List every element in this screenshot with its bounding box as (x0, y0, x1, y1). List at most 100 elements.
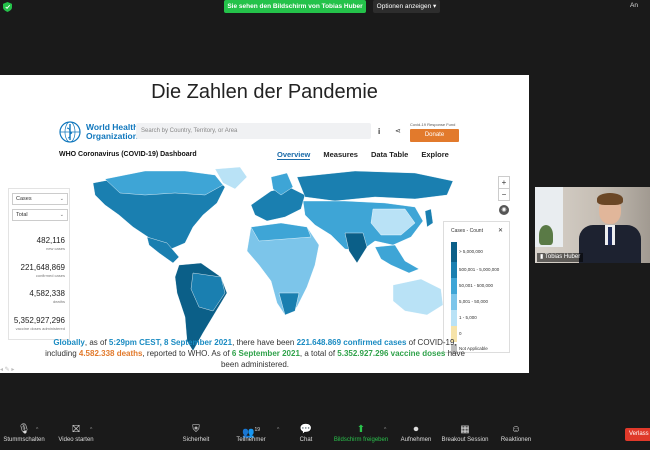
legend-title: Cases - Count (451, 228, 483, 234)
video-person-tie (608, 227, 612, 245)
stat-confirmed-label: confirmed cases (35, 273, 65, 278)
video-person-hair (597, 193, 623, 205)
slide-caption: Globally, as of 5:29pm CEST, 8 September… (40, 337, 470, 370)
mic-signal-icon: ▮ (540, 254, 544, 260)
mute-button[interactable]: 🎙 Stummschalten (2, 423, 46, 443)
meeting-controls: 🎙 Stummschalten ^ ⛝ Video starten ^ ⛨ Si… (0, 415, 650, 450)
participants-label: Teilnehmer (236, 437, 266, 443)
metric-select-value: Cases (16, 196, 32, 202)
reactions-button[interactable]: ☺ Reaktionen (496, 423, 536, 443)
reactions-label: Reaktionen (500, 437, 532, 443)
legend-swatch (451, 294, 457, 310)
caption-part: Globally (53, 338, 85, 347)
caption-part: 6 September 2021 (231, 349, 300, 358)
metric-select[interactable]: Cases ⌄ (12, 193, 68, 205)
share-screen-label: Bildschirm freigeben (333, 437, 389, 443)
share-caret-icon[interactable]: ^ (384, 427, 386, 433)
record-button[interactable]: ⏺ Aufnehmen (398, 423, 434, 443)
legend-swatch (451, 262, 457, 278)
dashboard-title: WHO Coronavirus (COVID-19) Dashboard (59, 151, 197, 158)
chevron-down-icon: ⌄ (59, 212, 64, 218)
view-options-button[interactable]: Optionen anzeigen ▾ (373, 0, 440, 13)
legend-swatch (451, 242, 457, 262)
breakout-label: Breakout Session (441, 437, 489, 443)
participants-caret-icon[interactable]: ^ (277, 427, 279, 433)
map-russia (296, 170, 454, 202)
map-japan (424, 208, 434, 228)
stat-vaccine-value: 5,352,927,296 (13, 316, 65, 325)
donate-button[interactable]: Donate (410, 129, 459, 142)
chat-label: Chat (299, 437, 313, 443)
tab-explore[interactable]: Explore (421, 150, 449, 160)
screen-share-notice: Sie sehen den Bildschirm von Tobias Hube… (224, 0, 366, 13)
shield-icon: ⛨ (192, 424, 200, 435)
map-australia (392, 278, 444, 316)
legend-item-label: 5,001 - 50,000 (459, 299, 489, 304)
breakout-button[interactable]: ▦ Breakout Session (438, 423, 492, 443)
chat-button[interactable]: 💬 Chat (292, 423, 320, 443)
record-label: Aufnehmen (400, 437, 432, 443)
zoom-out-button[interactable]: − (499, 189, 509, 201)
start-video-label: Video starten (58, 437, 94, 443)
participant-video[interactable]: ▮ Tobias Huber (535, 187, 650, 263)
video-plant (539, 225, 553, 245)
share-screen-icon: ⬆ (356, 424, 366, 435)
shared-slide: Die Zahlen der Pandemie World Health Org… (0, 75, 529, 373)
participant-count: 19 (254, 427, 260, 433)
tab-measures[interactable]: Measures (323, 150, 358, 160)
start-video-button[interactable]: ⛝ Video starten (54, 423, 98, 443)
stat-deaths-label: deaths (52, 299, 65, 304)
caption-part: 4.582.338 deaths (78, 349, 143, 358)
record-icon: ⏺ (413, 424, 419, 435)
caption-part: , reported to WHO. As of (142, 349, 232, 358)
legend-item-label: 1 - 5,000 (459, 315, 477, 320)
chevron-down-icon: ⌄ (59, 196, 64, 202)
dashboard-nav: Overview Measures Data Table Explore (277, 150, 449, 160)
stat-new-cases-label: new cases (46, 246, 65, 251)
caption-part: 5:29pm CEST, 8 September 2021 (108, 338, 233, 347)
tab-data-table[interactable]: Data Table (371, 150, 408, 160)
participant-name-tag: ▮ Tobias Huber (537, 253, 584, 262)
map-canada (104, 170, 224, 196)
period-select-value: Total (16, 212, 28, 218)
map-legend: Cases - Count ✕ > 5,000,000 500,001 - 5,0… (443, 221, 510, 354)
legend-item-label: > 5,000,000 (459, 249, 483, 254)
chat-icon: 💬 (299, 424, 313, 435)
participants-button[interactable]: 👥19 Teilnehmer (233, 423, 269, 443)
zoom-in-button[interactable]: + (499, 177, 509, 189)
caption-part: 5.352.927.296 vaccine doses (337, 349, 446, 358)
shield-icon[interactable] (3, 2, 12, 12)
mute-label: Stummschalten (3, 437, 45, 443)
close-icon[interactable]: ✕ (498, 227, 503, 234)
legend-item-label: 0 (459, 331, 462, 336)
info-icon[interactable]: i (378, 127, 380, 136)
security-button[interactable]: ⛨ Sicherheit (178, 423, 214, 443)
legend-swatch (451, 310, 457, 326)
legend-item-label: 500,001 - 5,000,000 (459, 267, 500, 272)
world-map[interactable] (75, 165, 465, 360)
slide-title: Die Zahlen der Pandemie (151, 81, 378, 103)
leave-button[interactable]: Verlass (625, 428, 650, 441)
legend-item-label: 50,001 - 500,000 (459, 283, 494, 288)
globe-icon[interactable]: ◉ (499, 205, 509, 215)
view-button[interactable]: An (630, 2, 638, 9)
map-south-africa (278, 292, 300, 316)
top-bar: Sie sehen den Bildschirm von Tobias Hube… (0, 0, 650, 14)
participants-icon: 👥19 (241, 427, 260, 439)
country-search-input[interactable]: Search by Country, Territory, or Area (136, 123, 371, 139)
zoom-meeting-window: Sie sehen den Bildschirm von Tobias Hube… (0, 0, 650, 450)
caption-part: 221.648.869 confirmed cases (296, 338, 407, 347)
participant-name: Tobias Huber (544, 254, 581, 260)
period-select[interactable]: Total ⌄ (12, 209, 68, 221)
video-options-caret-icon[interactable]: ^ (90, 427, 92, 433)
map-zoom-control: + − (498, 176, 510, 201)
mute-options-caret-icon[interactable]: ^ (36, 427, 38, 433)
share-icon[interactable]: ⋖ (395, 127, 401, 135)
caption-part: , as of (84, 338, 109, 347)
tab-overview[interactable]: Overview (277, 150, 311, 160)
share-screen-button[interactable]: ⬆ Bildschirm freigeben (330, 423, 392, 443)
caption-part: , there have been (232, 338, 297, 347)
slide-toolbar[interactable]: ◂ ✎ ▸ (0, 366, 14, 373)
map-india (344, 232, 368, 264)
security-label: Sicherheit (182, 437, 210, 443)
